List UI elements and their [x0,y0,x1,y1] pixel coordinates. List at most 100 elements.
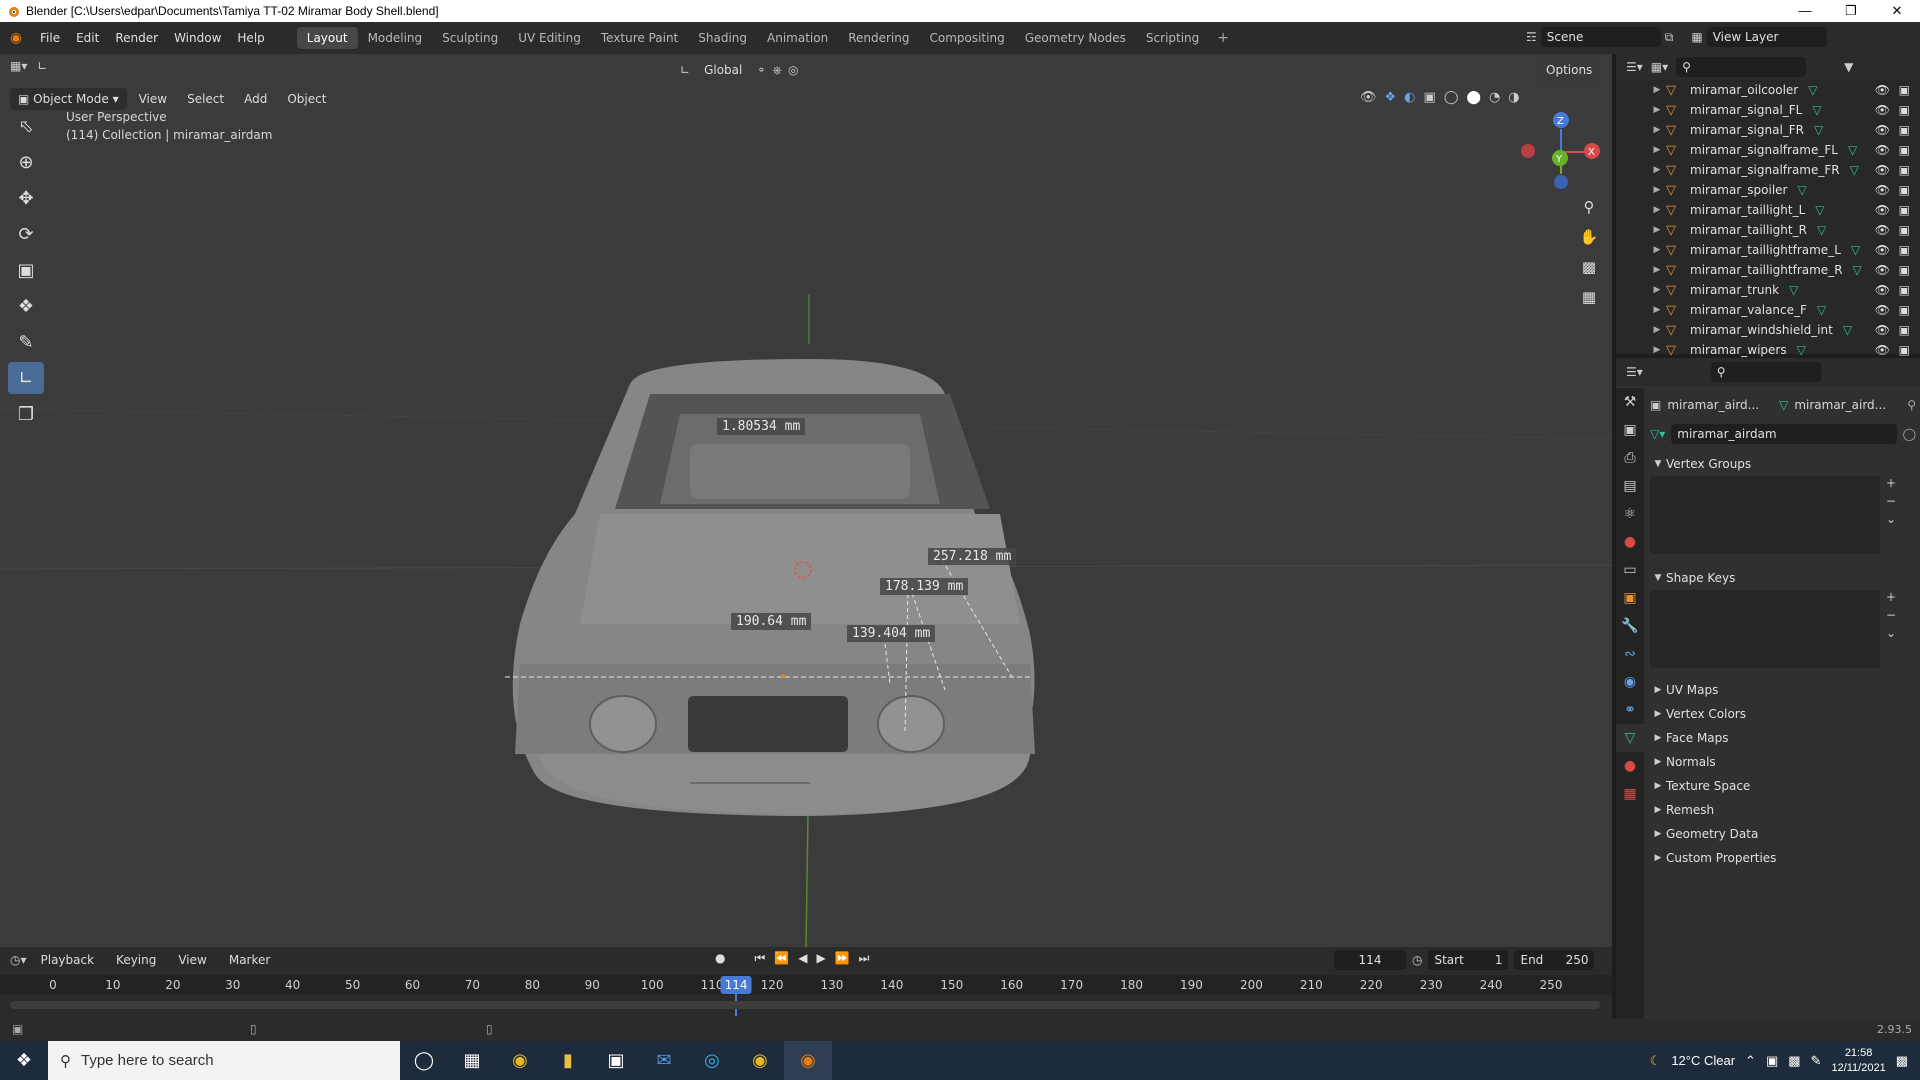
rotate-icon[interactable]: ⟳ [8,218,44,250]
render-camera-icon[interactable]: ▣ [1899,203,1910,217]
chevron-down-icon[interactable]: ⌄ [1886,626,1896,640]
remove-icon[interactable]: − [1886,608,1896,622]
menu-timeline-view[interactable]: View [170,949,214,971]
physics-tab-icon[interactable]: ◉ [1616,668,1644,696]
expand-icon[interactable]: ▶ [1648,225,1666,235]
tab-modeling[interactable]: Modeling [358,27,433,49]
view-layer-icon[interactable]: ▦ [1691,30,1702,44]
mesh-data-icon[interactable]: ▽ [1848,143,1857,157]
modifier-tab-icon[interactable]: 🔧 [1616,612,1644,640]
filter-icon[interactable]: ▼ [1844,60,1853,74]
properties-search-input[interactable]: ⚲ [1710,362,1821,382]
menu-file[interactable]: File [32,22,68,54]
mesh-data-icon[interactable]: ▽ [1797,183,1806,197]
wireframe-shading-icon[interactable]: ◯ [1444,90,1459,105]
collapsed-panel[interactable]: ▶ Vertex Colors [1650,702,1916,726]
tab-layout[interactable]: Layout [296,27,358,49]
tray-chevron-icon[interactable]: ⌃ [1745,1053,1756,1069]
mesh-data-icon[interactable]: ▽ [1850,163,1859,177]
material-shading-icon[interactable]: ◔ [1489,90,1500,105]
rendered-shading-icon[interactable]: ◑ [1508,90,1519,105]
outliner-row[interactable]: ▶ ▽ miramar_taillightframe_R ▽ 👁 ▣ [1616,260,1920,280]
chrome-profile-icon[interactable]: ◉ [736,1041,784,1080]
weather-text[interactable]: 12°C Clear [1671,1053,1735,1068]
3d-viewport[interactable]: Z X Y User Perspective (114) Collection … [0,54,1612,947]
tab-animation[interactable]: Animation [757,27,838,49]
tool-tab-icon[interactable]: ⚒ [1616,388,1644,416]
render-camera-icon[interactable]: ▣ [1899,183,1910,197]
scene-icon[interactable]: ☶ [1526,30,1537,44]
notifications-icon[interactable]: ▩ [1896,1053,1908,1069]
orientation-icon[interactable]: ∟ [680,63,690,77]
playhead[interactable]: 114 [720,976,752,994]
new-scene-icon[interactable]: ⧉ [1665,30,1674,45]
outliner-row[interactable]: ▶ ▽ miramar_wipers ▽ 👁 ▣ [1616,340,1920,360]
collapsed-panel[interactable]: ▶ Custom Properties [1650,846,1916,870]
render-camera-icon[interactable]: ▣ [1899,103,1910,117]
mesh-data-icon[interactable]: ▽ [1815,203,1824,217]
pin-icon[interactable]: ⚲ [1907,398,1916,412]
render-camera-icon[interactable]: ▣ [1899,323,1910,337]
expand-icon[interactable]: ▶ [1648,125,1666,135]
eye-icon[interactable]: 👁 [1875,183,1890,197]
chevron-down-icon[interactable]: ⌄ [1886,512,1896,526]
outliner-row[interactable]: ▶ ▽ miramar_spoiler ▽ 👁 ▣ [1616,180,1920,200]
texture-tab-icon[interactable]: ▦ [1616,780,1644,808]
outliner-row[interactable]: ▶ ▽ miramar_signal_FL ▽ 👁 ▣ [1616,100,1920,120]
collapsed-panel[interactable]: ▶ Normals [1650,750,1916,774]
record-icon[interactable]: ● [715,951,725,966]
eye-icon[interactable]: 👁 [1875,203,1890,217]
editor-type-icon[interactable]: ▦▾ [10,59,27,73]
outliner-row[interactable]: ▶ ▽ miramar_windshield_int ▽ 👁 ▣ [1616,320,1920,340]
collapsed-panel[interactable]: ▶ Remesh [1650,798,1916,822]
render-camera-icon[interactable]: ▣ [1899,143,1910,157]
outliner-row[interactable]: ▶ ▽ miramar_oilcooler ▽ 👁 ▣ [1616,80,1920,100]
menu-object[interactable]: Object [279,88,334,110]
close-icon[interactable]: ✕ [1874,0,1920,22]
expand-icon[interactable]: ▶ [1648,325,1666,335]
timeline-track[interactable] [0,995,1612,1015]
eye-icon[interactable]: 👁 [1875,223,1890,237]
xray-icon[interactable]: ▣ [1424,90,1436,105]
collapsed-panel[interactable]: ▶ UV Maps [1650,678,1916,702]
add-workspace-icon[interactable]: + [1209,30,1237,46]
expand-icon[interactable]: ▶ [1648,245,1666,255]
render-camera-icon[interactable]: ▣ [1899,223,1910,237]
annotate-icon[interactable]: ✎ [8,326,44,358]
tab-rendering[interactable]: Rendering [838,27,919,49]
menu-select[interactable]: Select [179,88,232,110]
menu-add[interactable]: Add [236,88,275,110]
cortana-icon[interactable]: ◯ [400,1041,448,1080]
tab-uv-editing[interactable]: UV Editing [508,27,591,49]
eye-icon[interactable]: 👁 [1875,103,1890,117]
mesh-data-icon[interactable]: ▽ [1851,243,1860,257]
file-explorer-icon[interactable]: ▮ [544,1041,592,1080]
menu-view[interactable]: View [131,88,175,110]
start-frame-field[interactable]: Start 1 [1428,950,1509,970]
jump-start-icon[interactable]: ⏮ [754,951,765,966]
expand-icon[interactable]: ▶ [1648,345,1666,355]
options-dropdown[interactable]: Options [1538,59,1601,81]
material-tab-icon[interactable]: ● [1616,752,1644,780]
next-keyframe-icon[interactable]: ⏩ [835,951,850,966]
outliner-row[interactable]: ▶ ▽ miramar_valance_F ▽ 👁 ▣ [1616,300,1920,320]
mesh-datablock-icon[interactable]: ▽▾ [1650,427,1665,441]
orientation-dropdown[interactable]: Global [696,59,750,81]
constraints-tab-icon[interactable]: ⚭ [1616,696,1644,724]
outliner-row[interactable]: ▶ ▽ miramar_signalframe_FR ▽ 👁 ▣ [1616,160,1920,180]
visibility-icon[interactable]: 👁 [1360,90,1377,105]
add-icon[interactable]: + [1886,590,1896,604]
prev-keyframe-icon[interactable]: ⏪ [774,951,789,966]
eye-icon[interactable]: 👁 [1875,283,1890,297]
tab-shading[interactable]: Shading [688,27,757,49]
menu-playback[interactable]: Playback [33,949,103,971]
cursor-icon[interactable]: ⊕ [8,146,44,178]
collection-tab-icon[interactable]: ▭ [1616,556,1644,584]
scene-tab-icon[interactable]: ⚛ [1616,500,1644,528]
mesh-data-icon[interactable]: ▽ [1808,83,1817,97]
add-cube-icon[interactable]: ❐ [8,398,44,430]
clock[interactable]: 21:58 12/11/2021 [1831,1046,1885,1076]
camera-view-icon[interactable]: ▩ [1576,254,1602,280]
render-camera-icon[interactable]: ▣ [1899,83,1910,97]
play-icon[interactable]: ▶ [816,951,825,966]
